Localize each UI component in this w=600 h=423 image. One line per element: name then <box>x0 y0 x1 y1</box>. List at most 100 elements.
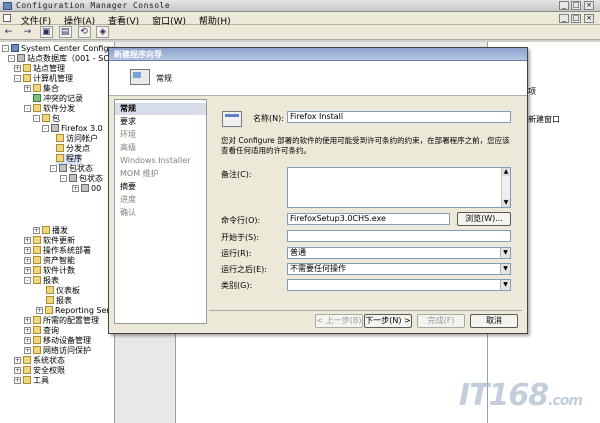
record-icon <box>33 94 41 102</box>
collapse-icon[interactable]: - <box>24 277 31 284</box>
expand-icon[interactable]: + <box>24 347 31 354</box>
collapse-icon[interactable]: - <box>50 165 57 172</box>
menu-bar: 文件(F) 操作(A) 查看(V) 窗口(W) 帮助(H) _ □ × <box>0 12 600 27</box>
chevron-down-icon[interactable]: ▼ <box>500 248 510 258</box>
step-windows-installer[interactable]: Windows Installer <box>115 155 206 167</box>
tree-label: 软件计数 <box>43 266 75 275</box>
startin-field[interactable] <box>287 230 511 242</box>
tree-site-db-label: 站点数据库（001 - SCCM, <box>27 54 115 63</box>
name-label: 名称(N): <box>253 114 284 123</box>
step-advanced[interactable]: 高级 <box>115 142 206 154</box>
tree-label: 包 <box>52 114 60 123</box>
category-select[interactable]: ▼ <box>287 279 511 291</box>
expand-icon[interactable]: + <box>24 247 31 254</box>
expand-icon[interactable]: + <box>14 65 21 72</box>
expand-icon[interactable]: + <box>24 257 31 264</box>
chevron-down-icon[interactable]: ▼ <box>500 280 510 290</box>
wizard-header-title: 常规 <box>156 74 172 83</box>
wizard-content: 名称(N): Firefox Install 您对 Configure 部署的软… <box>209 99 522 311</box>
finish-button[interactable]: 完成(F) <box>417 314 465 328</box>
comment-scrollbar[interactable]: ▲ ▼ <box>501 168 510 207</box>
step-summary[interactable]: 摘要 <box>115 181 206 193</box>
tree-root-label: System Center Configuration <box>21 44 114 53</box>
folder-icon <box>33 276 41 284</box>
actions-item[interactable]: 项 <box>528 86 536 97</box>
expand-icon[interactable]: + <box>72 185 79 192</box>
run-value: 普通 <box>290 248 306 257</box>
next-button[interactable]: 下一步(N) > <box>364 314 412 328</box>
expand-icon[interactable]: + <box>24 237 31 244</box>
maximize-button[interactable]: □ <box>571 1 581 10</box>
expand-icon[interactable]: + <box>24 337 31 344</box>
tree-label: 移动设备管理 <box>43 336 91 345</box>
expand-icon[interactable]: + <box>14 377 21 384</box>
collapse-icon[interactable]: - <box>33 115 40 122</box>
after-run-label: 运行之后(E): <box>221 265 267 274</box>
tree-item-tools[interactable]: + 工具 <box>14 376 49 387</box>
after-run-select[interactable]: 不需要任何操作 ▼ <box>287 263 511 275</box>
back-button[interactable]: < 上一步(B) <box>315 314 363 328</box>
document-icon <box>3 14 11 22</box>
step-environment[interactable]: 环境 <box>115 129 206 141</box>
back-icon[interactable]: ← <box>2 26 15 38</box>
step-progress[interactable]: 进度 <box>115 194 206 206</box>
expand-icon[interactable]: + <box>36 307 43 314</box>
package-icon <box>51 124 59 132</box>
results-list-area <box>175 330 487 423</box>
tree-label: 安全权限 <box>33 366 65 375</box>
console-tree: -System Center Configuration -站点数据库（001 … <box>0 42 115 423</box>
tree-label: 资产智能 <box>43 256 75 265</box>
show-tree-icon[interactable]: ▤ <box>58 26 72 38</box>
wizard-title: 新建程序向导 <box>114 50 162 59</box>
tree-item-status-00[interactable]: +00 <box>72 184 101 195</box>
doc-restore-button[interactable]: □ <box>571 14 581 23</box>
comment-field[interactable]: ▲ ▼ <box>287 167 511 208</box>
cancel-button[interactable]: 取消 <box>470 314 518 328</box>
command-field[interactable]: FirefoxSetup3.0CHS.exe <box>287 213 450 225</box>
tree-label: Reporting Servi <box>55 306 115 315</box>
browse-button[interactable]: 浏览(W)... <box>457 212 511 226</box>
collapse-icon[interactable]: - <box>8 55 15 62</box>
startin-label: 开始于(S): <box>221 233 260 242</box>
folder-icon <box>33 256 41 264</box>
close-button[interactable]: × <box>584 1 594 10</box>
collapse-icon[interactable]: - <box>60 175 67 182</box>
expand-icon[interactable]: + <box>24 267 31 274</box>
folder-icon <box>33 266 41 274</box>
step-general[interactable]: 常规 <box>115 103 206 115</box>
forward-icon[interactable]: → <box>21 26 34 38</box>
actions-new-window[interactable]: 新建窗口 <box>528 114 560 125</box>
expand-icon[interactable]: + <box>33 227 40 234</box>
collapse-icon[interactable]: - <box>42 125 49 132</box>
expand-icon[interactable]: + <box>24 85 31 92</box>
folder-icon <box>33 246 41 254</box>
collapse-icon[interactable]: - <box>2 45 9 52</box>
step-mom-maintenance[interactable]: MOM 维护 <box>115 168 206 180</box>
tree-label: Firefox 3.0 <box>61 124 103 133</box>
expand-icon[interactable]: + <box>14 357 21 364</box>
watermark-suffix: .com <box>548 393 583 409</box>
doc-close-button[interactable]: × <box>584 14 594 23</box>
refresh-icon[interactable]: ⟲ <box>77 26 91 38</box>
tree-label: 播发 <box>52 226 68 235</box>
chevron-down-icon[interactable]: ▼ <box>500 264 510 274</box>
step-requirements[interactable]: 要求 <box>115 116 206 128</box>
help-icon[interactable]: ◈ <box>96 26 110 38</box>
tree-label: 仪表板 <box>56 286 80 295</box>
up-folder-icon[interactable]: ▣ <box>39 26 53 38</box>
expand-icon[interactable]: + <box>14 367 21 374</box>
step-confirmation[interactable]: 确认 <box>115 207 206 219</box>
expand-icon[interactable]: + <box>24 327 31 334</box>
doc-minimize-button[interactable]: _ <box>559 14 569 23</box>
wizard-steps: 常规 要求 环境 高级 Windows Installer MOM 维护 摘要 … <box>114 99 207 324</box>
name-field[interactable]: Firefox Install <box>287 111 511 123</box>
tree-label: 工具 <box>33 376 49 385</box>
collapse-icon[interactable]: - <box>14 75 21 82</box>
collapse-icon[interactable]: - <box>24 105 31 112</box>
folder-icon <box>33 316 41 324</box>
expand-icon[interactable]: + <box>24 317 31 324</box>
run-select[interactable]: 普通 ▼ <box>287 247 511 259</box>
minimize-button[interactable]: _ <box>559 1 569 10</box>
watermark-main: IT168 <box>458 378 549 413</box>
folder-icon <box>23 356 31 364</box>
